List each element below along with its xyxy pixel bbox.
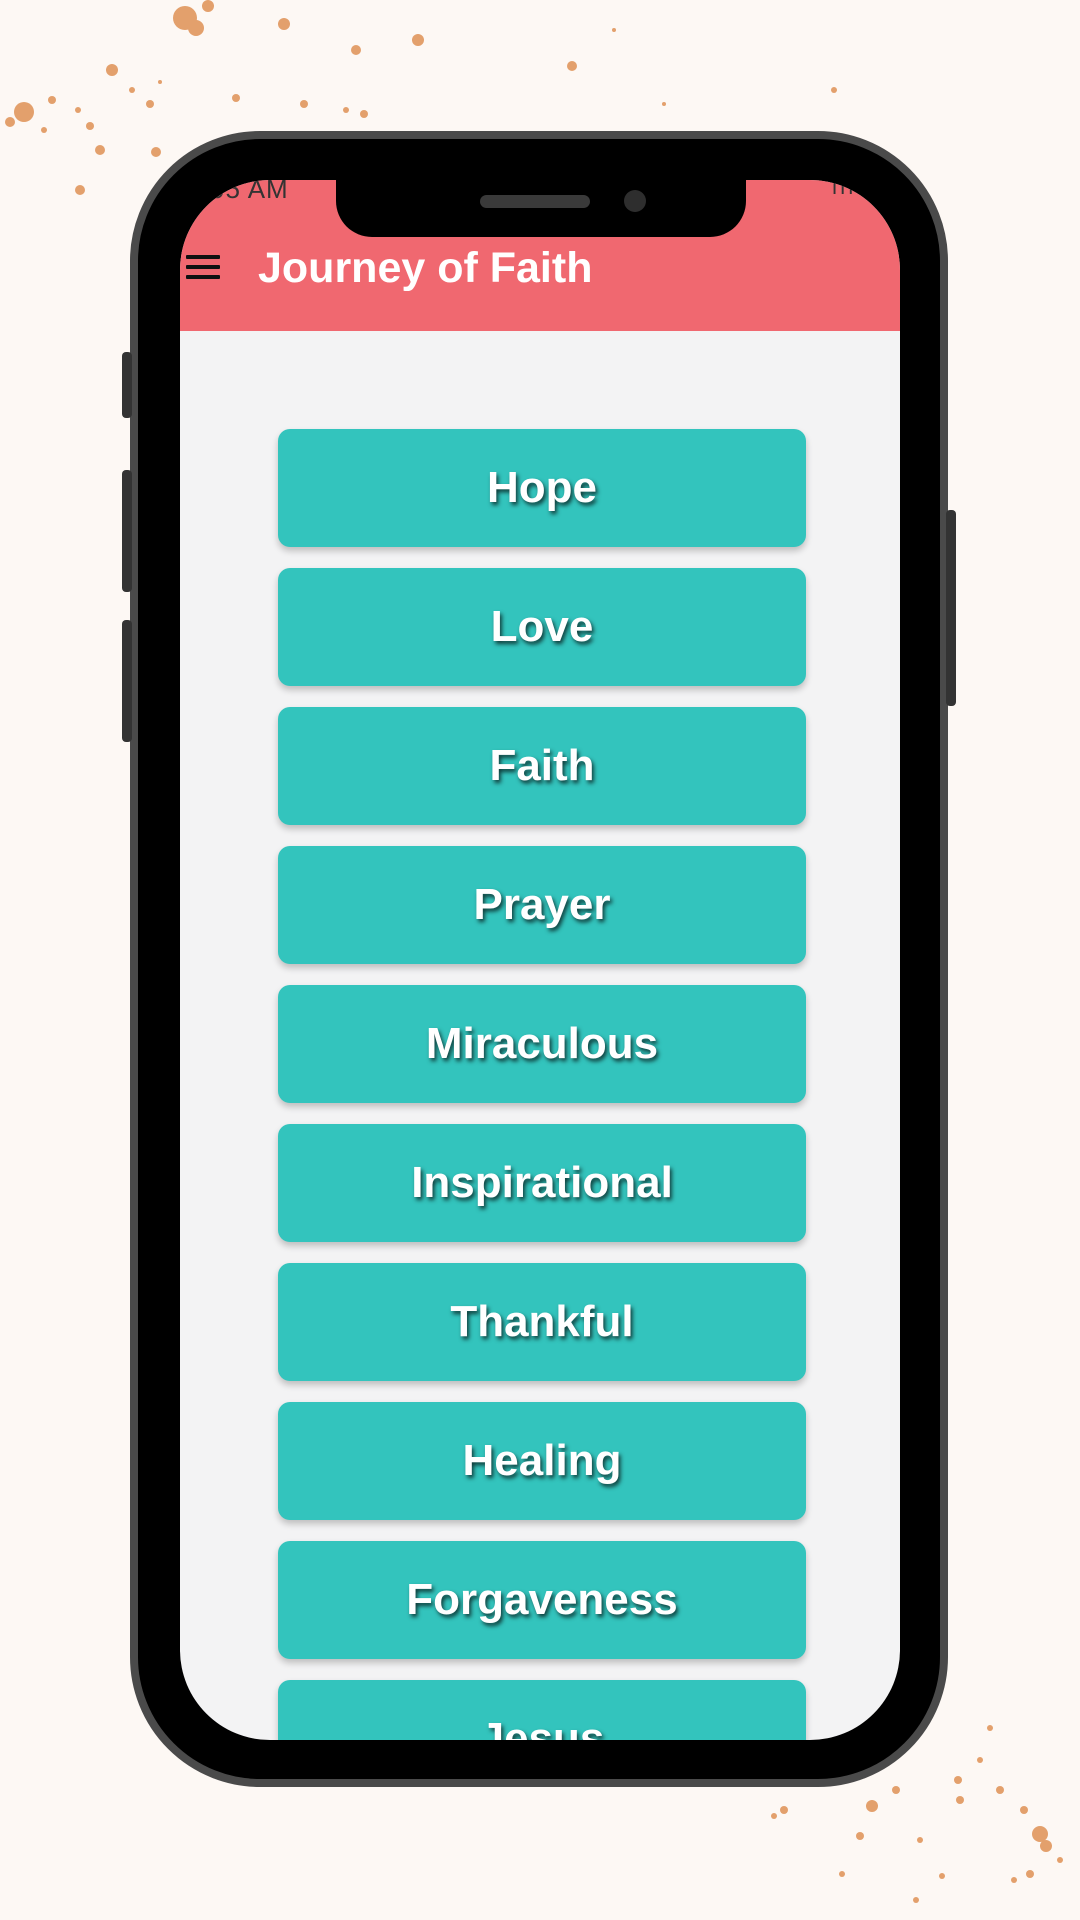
phone-mute-switch: [122, 352, 132, 418]
hamburger-menu-icon[interactable]: [186, 255, 222, 281]
status-bar-signal-icons: ıııı: [831, 180, 864, 199]
front-camera-icon: [624, 190, 646, 212]
topic-button-miraculous[interactable]: Miraculous: [278, 985, 806, 1103]
phone-volume-down-button: [122, 620, 132, 742]
speaker-grille: [480, 195, 590, 208]
topic-button-thankful[interactable]: Thankful: [278, 1263, 806, 1381]
app-title: Journey of Faith: [258, 244, 593, 292]
status-bar-time: 05 AM: [210, 180, 289, 204]
topic-button-hope[interactable]: Hope: [278, 429, 806, 547]
topic-button-healing[interactable]: Healing: [278, 1402, 806, 1520]
phone-volume-up-button: [122, 470, 132, 592]
phone-screen: 05 AM ıııı Journey of Faith Hope Love Fa…: [180, 180, 900, 1740]
topic-button-prayer[interactable]: Prayer: [278, 846, 806, 964]
phone-notch: [336, 180, 746, 237]
topic-button-forgaveness[interactable]: Forgaveness: [278, 1541, 806, 1659]
topic-list: Hope Love Faith Prayer Miraculous Inspir…: [278, 429, 806, 1740]
topic-button-jesus[interactable]: Jesus: [278, 1680, 806, 1740]
topic-button-inspirational[interactable]: Inspirational: [278, 1124, 806, 1242]
topic-button-faith[interactable]: Faith: [278, 707, 806, 825]
phone-power-button: [946, 510, 956, 706]
topic-button-love[interactable]: Love: [278, 568, 806, 686]
